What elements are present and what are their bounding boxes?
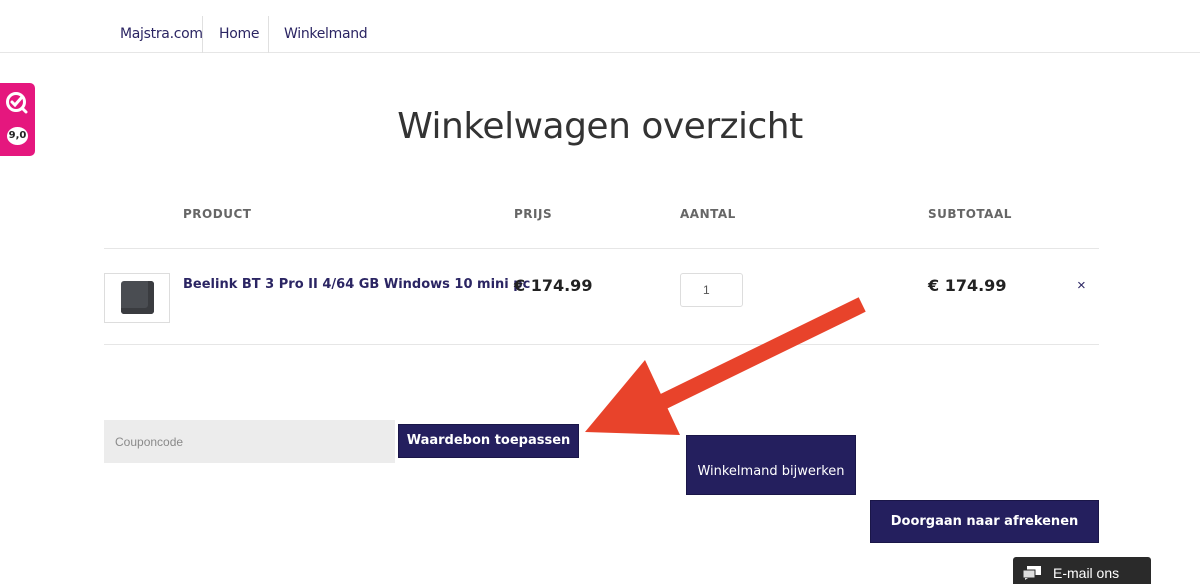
column-header-quantity: AANTAL (680, 207, 736, 221)
coupon-code-input[interactable] (104, 420, 395, 463)
top-navigation: Majstra.com Home Winkelmand (0, 0, 1200, 53)
page-title: Winkelwagen overzicht (397, 106, 803, 147)
nav-divider (268, 16, 269, 53)
product-name-link[interactable]: Beelink BT 3 Pro II 4/64 GB Windows 10 m… (183, 277, 530, 292)
nav-link-winkelmand[interactable]: Winkelmand (284, 16, 368, 53)
email-us-button[interactable]: E-mail ons (1013, 557, 1151, 584)
chat-bubbles-icon (1023, 566, 1041, 580)
column-header-price: PRIJS (514, 207, 553, 221)
nav-divider (202, 16, 203, 53)
product-thumbnail[interactable] (104, 273, 170, 323)
product-image (121, 281, 154, 314)
product-subtotal: € 174.99 (928, 276, 1007, 295)
remove-item-icon[interactable]: × (1077, 277, 1086, 294)
red-arrow-icon (585, 297, 866, 435)
update-cart-button[interactable]: Winkelmand bijwerken (686, 435, 856, 495)
column-header-product: PRODUCT (183, 207, 252, 221)
email-us-label: E-mail ons (1053, 565, 1120, 581)
column-header-subtotal: SUBTOTAAL (928, 207, 1012, 221)
apply-coupon-button[interactable]: Waardebon toepassen (398, 424, 579, 458)
nav-link-home[interactable]: Home (219, 16, 259, 53)
nav-link-majstra[interactable]: Majstra.com (120, 16, 203, 53)
table-divider (104, 248, 1099, 249)
checkout-button[interactable]: Doorgaan naar afrekenen (870, 500, 1099, 543)
